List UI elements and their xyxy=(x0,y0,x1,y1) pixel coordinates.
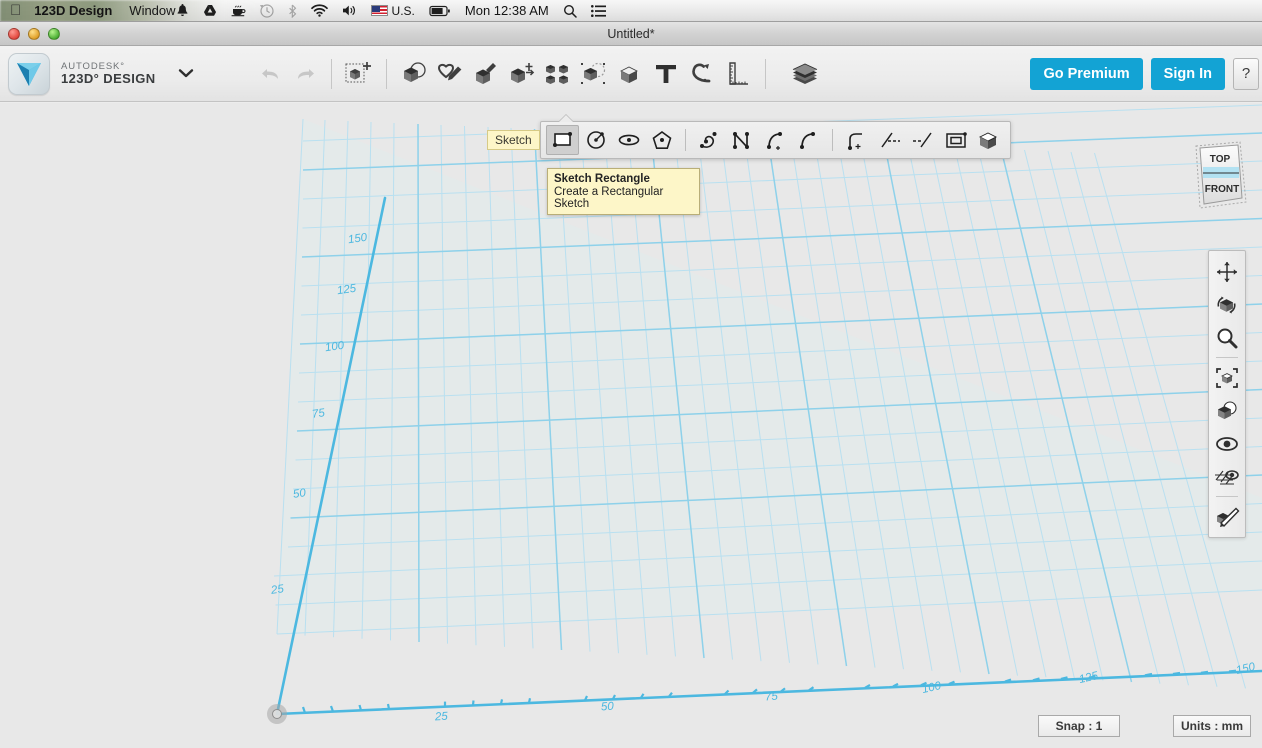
combine-tool[interactable] xyxy=(612,54,648,94)
sketch-toolbar-divider xyxy=(832,129,833,151)
construct-tool[interactable] xyxy=(468,54,504,94)
snap-status[interactable]: Snap : 1 xyxy=(1038,715,1120,737)
sketch-project-tool[interactable] xyxy=(972,125,1005,155)
window-controls xyxy=(8,22,60,46)
units-status[interactable]: Units : mm xyxy=(1173,715,1251,737)
material-brush-tool[interactable] xyxy=(1210,500,1244,533)
google-drive-icon[interactable] xyxy=(203,4,217,17)
display-shading-tool[interactable] xyxy=(1210,394,1244,427)
autodesk-123d-logo-icon[interactable] xyxy=(8,52,50,95)
modify-tool[interactable] xyxy=(504,54,540,94)
palette-divider xyxy=(1216,496,1238,497)
sketch-extend-tool[interactable] xyxy=(906,125,939,155)
minimize-button[interactable] xyxy=(28,28,40,40)
macos-menu-bar:  123D Design Window U.S. Mon xyxy=(0,0,1262,22)
flag-icon xyxy=(370,5,388,16)
sketch-tool[interactable] xyxy=(432,54,468,94)
toolbar-tool-group xyxy=(396,54,756,94)
viewcube-top-label: TOP xyxy=(1210,154,1231,165)
menu-bar-status-items: U.S. Mon 12:38 AM xyxy=(176,0,620,21)
orbit-tool[interactable] xyxy=(1210,288,1244,321)
time-machine-icon[interactable] xyxy=(259,3,274,18)
visibility-eye-tool[interactable] xyxy=(1210,427,1244,460)
zoom-tool[interactable] xyxy=(1210,321,1244,354)
volume-icon[interactable] xyxy=(342,4,357,17)
sketch-ellipse-tool[interactable] xyxy=(612,125,645,155)
toolbar-divider xyxy=(764,58,766,89)
axis-label-left-25: 25 xyxy=(270,583,285,597)
tooltip: Sketch Rectangle Create a Rectangular Sk… xyxy=(547,168,700,215)
axis-label-bottom-50: 50 xyxy=(600,700,615,714)
sketch-offset-tool[interactable] xyxy=(939,125,972,155)
spotlight-search-icon[interactable] xyxy=(563,4,577,18)
sketch-rectangle-tool[interactable] xyxy=(546,125,579,155)
bluetooth-icon[interactable] xyxy=(288,4,297,18)
grid-snap-tool[interactable] xyxy=(1210,460,1244,493)
sketch-two-point-arc-tool[interactable] xyxy=(759,125,792,155)
primitives-tool[interactable] xyxy=(396,54,432,94)
main-toolbar: AUTODESK° 123D° DESIGN Go Premium Sign I… xyxy=(0,46,1262,102)
view-cube[interactable]: TOP FRONT xyxy=(1190,140,1252,212)
language-label: U.S. xyxy=(380,3,415,18)
axis-label-left-50: 50 xyxy=(292,487,307,501)
notification-center-icon[interactable] xyxy=(590,4,606,17)
tooltip-title: Sketch Rectangle xyxy=(554,173,650,185)
zoom-button[interactable] xyxy=(48,28,60,40)
application-window: Untitled* AUTODESK° 123D° DESIGN Go Prem… xyxy=(0,22,1262,748)
brand-product-label: 123D° DESIGN xyxy=(61,70,156,86)
caffeine-cup-icon[interactable] xyxy=(231,4,246,17)
sketch-toolbar-divider xyxy=(685,129,686,151)
axis-label-left-75: 75 xyxy=(311,407,326,421)
battery-icon[interactable] xyxy=(429,5,451,17)
snap-tool[interactable] xyxy=(684,54,720,94)
sketch-polyline-tool[interactable] xyxy=(726,125,759,155)
navigation-palette xyxy=(1208,250,1246,538)
wifi-icon[interactable] xyxy=(310,4,328,17)
undo-button[interactable] xyxy=(254,57,288,91)
application-menu-chevron-down-icon[interactable] xyxy=(178,65,194,83)
apple-logo-icon[interactable]:  xyxy=(10,3,21,18)
menu-clock[interactable]: Mon 12:38 AM xyxy=(465,3,549,18)
tooltip-body: Create a Rectangular Sketch xyxy=(554,186,664,210)
notification-bell-icon[interactable] xyxy=(176,3,189,18)
transform-tool[interactable] xyxy=(341,54,377,94)
pattern-tool[interactable] xyxy=(540,54,576,94)
palette-divider xyxy=(1216,357,1238,358)
axis-label-bottom-75: 75 xyxy=(764,690,779,704)
window-title-bar: Untitled* xyxy=(0,22,1262,46)
toolbar-divider xyxy=(330,58,332,89)
sign-in-button[interactable]: Sign In xyxy=(1150,57,1225,90)
sketch-circle-tool[interactable] xyxy=(579,125,612,155)
menu-item-window[interactable]: Window xyxy=(129,3,175,18)
fit-to-view-tool[interactable] xyxy=(1210,361,1244,394)
sketch-trim-tool[interactable] xyxy=(873,125,906,155)
brand-area: AUTODESK° 123D° DESIGN xyxy=(8,52,194,95)
sketch-polygon-tool[interactable] xyxy=(645,125,678,155)
text-tool[interactable] xyxy=(648,54,684,94)
viewcube-front-label: FRONT xyxy=(1205,184,1239,195)
window-title: Untitled* xyxy=(607,26,655,41)
input-language-indicator[interactable]: U.S. xyxy=(370,3,415,18)
materials-tool[interactable] xyxy=(787,54,823,94)
sketch-three-point-arc-tool[interactable] xyxy=(792,125,825,155)
toolbar-divider xyxy=(385,58,387,89)
brand-text: AUTODESK° 123D° DESIGN xyxy=(61,61,156,86)
sketch-spline-tool[interactable] xyxy=(693,125,726,155)
sketch-toolbar xyxy=(540,121,1011,159)
help-button[interactable]: ? xyxy=(1233,57,1259,90)
go-premium-button[interactable]: Go Premium xyxy=(1030,57,1143,90)
sketch-fillet-tool[interactable] xyxy=(840,125,873,155)
menu-app-name[interactable]: 123D Design xyxy=(34,3,112,18)
axis-label-bottom-25: 25 xyxy=(434,710,449,724)
measure-tool[interactable] xyxy=(720,54,756,94)
grouping-tool[interactable] xyxy=(576,54,612,94)
close-button[interactable] xyxy=(8,28,20,40)
pan-tool[interactable] xyxy=(1210,255,1244,288)
redo-button[interactable] xyxy=(288,57,322,91)
sketch-mode-label: Sketch xyxy=(487,130,540,150)
